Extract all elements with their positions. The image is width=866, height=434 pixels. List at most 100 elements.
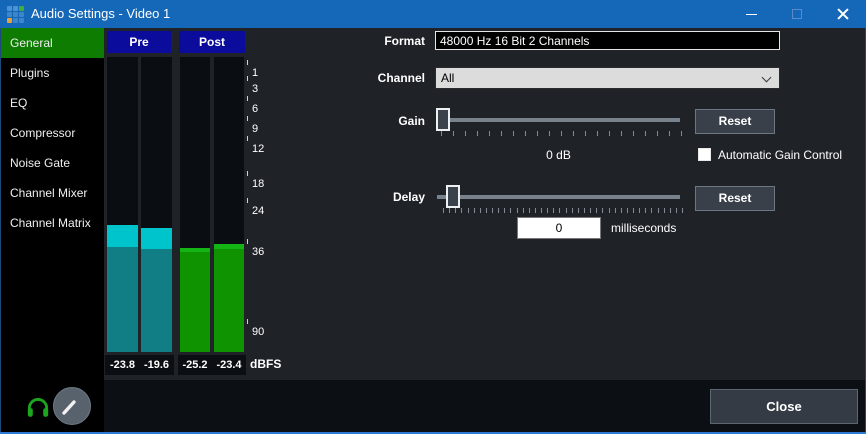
format-input[interactable]	[435, 31, 780, 50]
gain-value-label: 0 dB	[437, 148, 680, 162]
channel-select[interactable]: All	[435, 67, 780, 89]
meter-reading-pre-2: -19.6	[139, 355, 174, 375]
sidebar-item-noise-gate[interactable]: Noise Gate	[1, 148, 104, 178]
slider-tick	[504, 208, 505, 213]
sidebar-item-compressor[interactable]: Compressor	[1, 118, 104, 148]
slider-tick	[477, 131, 478, 136]
gain-reset-button[interactable]: Reset	[695, 109, 775, 134]
slider-tick	[669, 131, 670, 136]
format-label: Format	[325, 34, 425, 48]
scale-label: 6	[252, 102, 258, 116]
milliseconds-label: milliseconds	[611, 221, 676, 235]
gain-label: Gain	[325, 114, 425, 128]
scale-label: 24	[252, 204, 264, 218]
close-icon	[836, 7, 850, 21]
slider-tick	[573, 131, 574, 136]
slider-tick	[639, 208, 640, 213]
scale-label: 1	[252, 66, 258, 80]
headphones-volume-knob[interactable]	[53, 387, 91, 425]
slider-tick	[480, 208, 481, 213]
scale-tick	[247, 171, 248, 176]
gain-slider-track[interactable]	[437, 118, 680, 122]
slider-tick	[645, 131, 646, 136]
scale-tick	[247, 198, 248, 203]
slider-tick	[510, 208, 511, 213]
delay-slider-thumb[interactable]	[446, 185, 460, 208]
slider-tick	[489, 131, 490, 136]
maximize-icon	[792, 9, 802, 19]
slider-tick	[578, 208, 579, 213]
slider-tick	[547, 208, 548, 213]
scale-label: 9	[252, 122, 258, 136]
slider-tick	[664, 208, 665, 213]
meter-reading-post-2: -23.4	[212, 355, 246, 375]
scale-label: 18	[252, 177, 264, 191]
headphones-icon	[25, 394, 51, 420]
slider-tick	[584, 208, 585, 213]
delay-slider-track[interactable]	[437, 195, 680, 199]
slider-tick	[609, 208, 610, 213]
sidebar: GeneralPluginsEQCompressorNoise GateChan…	[1, 28, 104, 432]
scale-tick	[247, 76, 248, 81]
sidebar-item-channel-matrix[interactable]: Channel Matrix	[1, 208, 104, 238]
headphones-monitor-button[interactable]	[25, 394, 51, 420]
sidebar-item-general[interactable]: General	[1, 28, 104, 58]
slider-tick	[615, 208, 616, 213]
meter-bar-post-2	[214, 57, 244, 352]
meter-layer: -23.8-19.6-25.2-23.4	[0, 0, 866, 434]
window-border-left	[0, 28, 1, 434]
slider-tick	[498, 208, 499, 213]
scale-tick	[247, 136, 248, 141]
delay-reset-button[interactable]: Reset	[695, 186, 775, 211]
scale-label: 90	[252, 325, 264, 339]
slider-tick	[609, 131, 610, 136]
maximize-button[interactable]	[774, 0, 820, 28]
agc-label: Automatic Gain Control	[718, 148, 842, 162]
slider-tick	[670, 208, 671, 213]
dbfs-unit-label: dBFS	[250, 357, 281, 371]
delay-ms-input[interactable]	[517, 217, 601, 239]
knob-pointer-icon	[54, 388, 90, 424]
window-title: Audio Settings - Video 1	[31, 0, 170, 28]
gain-slider-thumb[interactable]	[436, 108, 450, 131]
slider-tick	[525, 131, 526, 136]
slider-tick	[453, 131, 454, 136]
sidebar-item-eq[interactable]: EQ	[1, 88, 104, 118]
meter-bar-pre-2	[141, 57, 172, 352]
slider-tick	[602, 208, 603, 213]
slider-tick	[513, 131, 514, 136]
scale-label: 12	[252, 142, 264, 156]
meter-bar-pre-1	[107, 57, 138, 352]
channel-selected-value: All	[441, 71, 454, 85]
slider-tick	[455, 208, 456, 213]
slider-tick	[486, 208, 487, 213]
slider-tick	[535, 208, 536, 213]
slider-tick	[572, 208, 573, 213]
close-button[interactable]: Close	[710, 389, 858, 424]
sidebar-item-channel-mixer[interactable]: Channel Mixer	[1, 178, 104, 208]
slider-tick	[658, 208, 659, 213]
agc-checkbox[interactable]	[698, 148, 711, 161]
slider-tick	[627, 208, 628, 213]
slider-tick	[633, 208, 634, 213]
sidebar-item-plugins[interactable]: Plugins	[1, 58, 104, 88]
slider-tick	[645, 208, 646, 213]
delay-label: Delay	[325, 190, 425, 204]
slider-tick	[492, 208, 493, 213]
slider-tick	[517, 208, 518, 213]
slider-tick	[537, 131, 538, 136]
meter-bar-post-1	[180, 57, 210, 352]
slider-tick	[449, 208, 450, 213]
slider-tick	[585, 131, 586, 136]
slider-tick	[501, 131, 502, 136]
slider-tick	[553, 208, 554, 213]
minimize-button[interactable]	[728, 0, 774, 28]
pre-meter-header: Pre	[107, 31, 171, 53]
scale-tick	[247, 60, 248, 65]
slider-tick	[461, 208, 462, 213]
db-scale: 13691218243690	[0, 0, 866, 434]
meter-reading-pre-1: -23.8	[105, 355, 140, 375]
slider-tick	[474, 208, 475, 213]
close-window-button[interactable]	[820, 0, 866, 28]
slider-tick	[559, 208, 560, 213]
